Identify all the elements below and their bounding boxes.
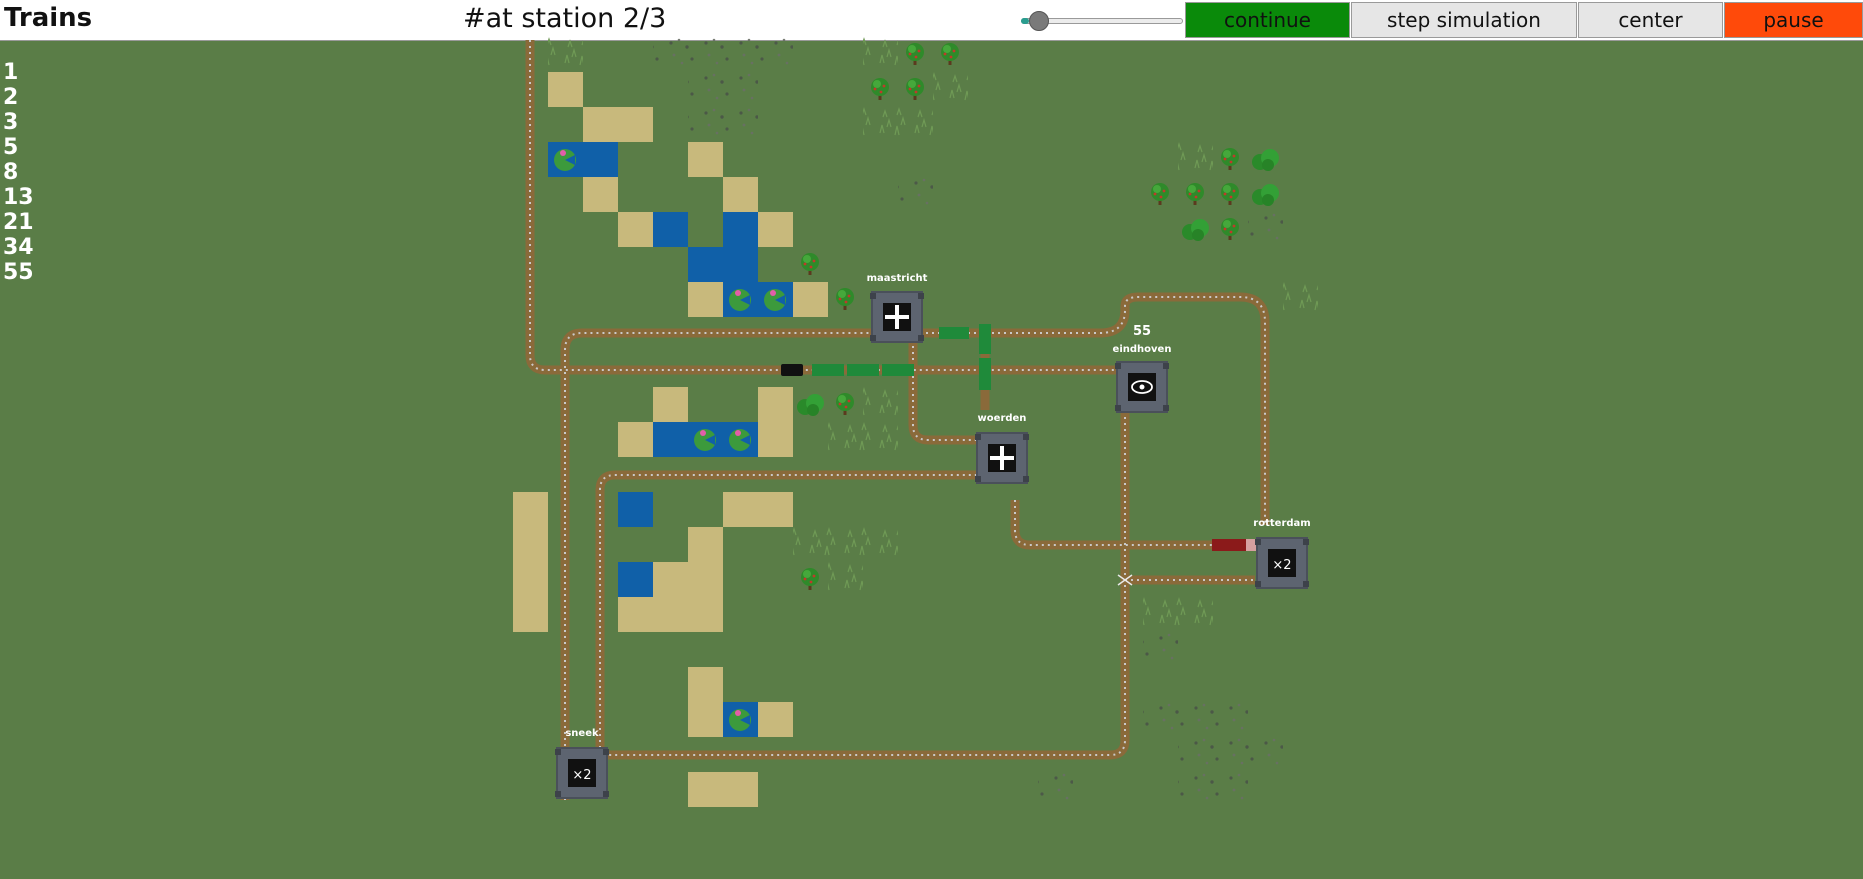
red-train[interactable] (1212, 539, 1256, 551)
water-layer (548, 142, 793, 737)
times-two-icon: ×2 (1272, 558, 1291, 573)
station-label: woerden (978, 413, 1027, 424)
times-two-icon: ×2 (572, 768, 591, 783)
station-label: maastricht (867, 273, 928, 284)
station-label: sneek (565, 728, 599, 739)
station-label: eindhoven (1113, 344, 1172, 355)
station-label: rotterdam (1253, 518, 1310, 529)
station-maastricht[interactable]: maastricht (867, 273, 928, 343)
station-counter: 55 (1133, 324, 1151, 339)
station-rotterdam[interactable]: ×2 rotterdam (1253, 518, 1311, 589)
station-woerden[interactable]: woerden (974, 413, 1030, 484)
game-map[interactable]: maastricht 55 eindhoven woerden ×2 rotte… (0, 0, 1863, 879)
station-eindhoven[interactable]: 55 eindhoven (1113, 324, 1172, 413)
